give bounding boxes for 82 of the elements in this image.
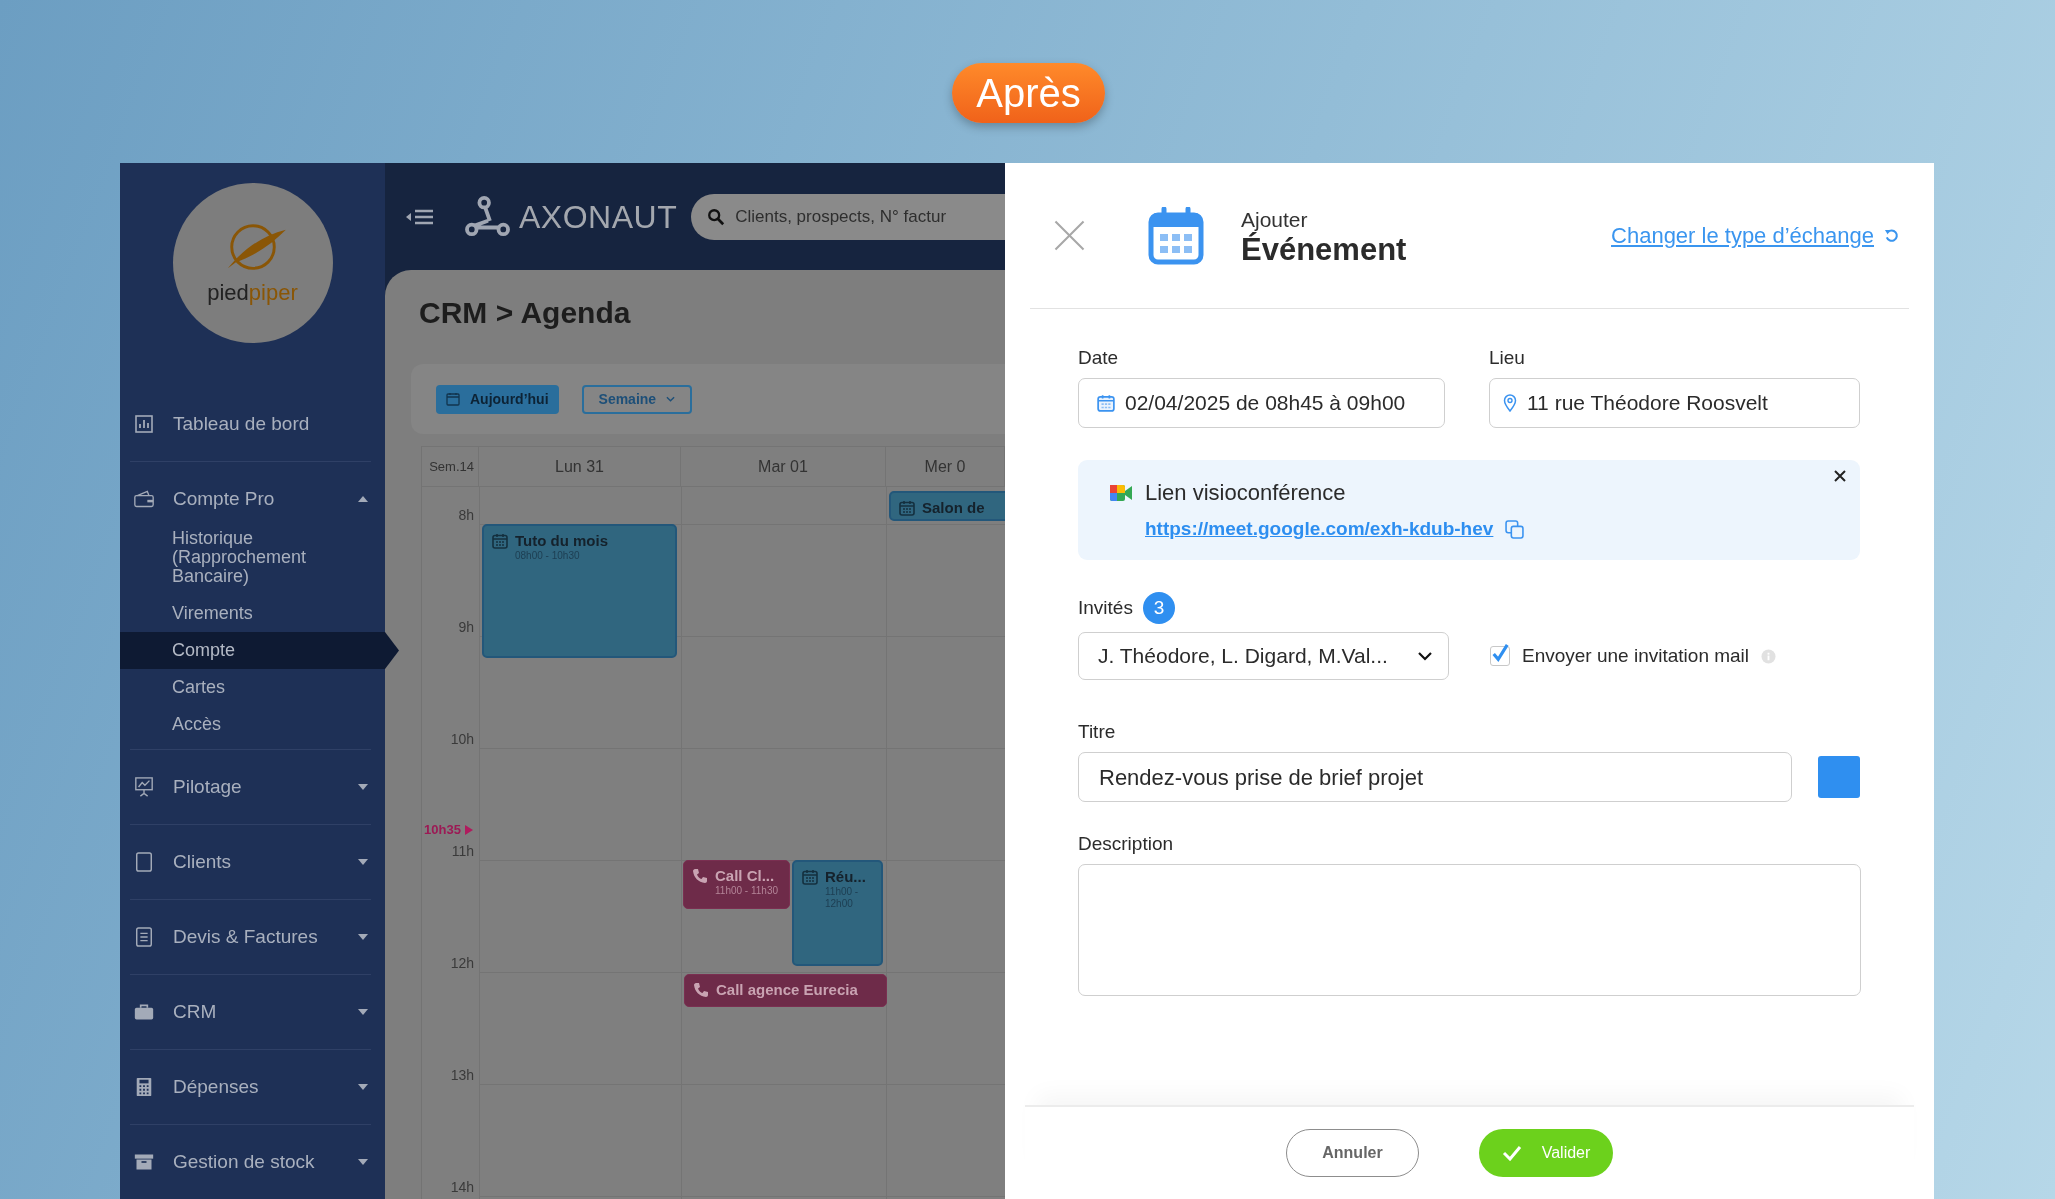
app-logo: AXONAUT: [465, 192, 678, 241]
hour-label: 10h: [449, 731, 474, 747]
refresh-icon: [1884, 228, 1899, 243]
nav-subitem[interactable]: Compte: [120, 632, 399, 669]
chevron-down-icon: [1418, 651, 1432, 661]
meeting-link[interactable]: https://meet.google.com/exh-kdub-hev: [1145, 515, 1494, 544]
current-time-label: 10h35: [424, 821, 461, 839]
page-title: CRM > Agenda: [418, 295, 632, 331]
call-event[interactable]: Call Cl... 11h00 - 11h30: [683, 860, 790, 909]
event-title: Réu...: [825, 868, 867, 886]
search-field[interactable]: Clients, prospects, N° factur: [691, 193, 1005, 240]
current-time-marker-icon: [464, 824, 473, 835]
field-label: Titre: [1078, 720, 1117, 744]
event-title: Salon de: [922, 499, 985, 517]
company-logo: piedpiper: [172, 183, 333, 343]
nav-item[interactable]: Dépenses: [130, 1050, 371, 1124]
calendar-icon: [1097, 394, 1115, 412]
field-label: Date: [1078, 346, 1120, 370]
call-event[interactable]: Call agence Eurecia: [684, 974, 887, 1007]
checkbox-label: Envoyer une invitation mail: [1522, 643, 1750, 668]
panel-title: Événement: [1241, 231, 1407, 268]
wallet-icon: [134, 489, 154, 509]
calendar-icon: [1148, 206, 1204, 265]
color-swatch[interactable]: [1818, 756, 1860, 798]
presentation-board-icon: [134, 777, 154, 797]
hour-label: 14h: [449, 1179, 474, 1195]
calendar-icon: [802, 869, 818, 885]
event-title: Call Cl...: [715, 867, 776, 885]
search-icon: [707, 207, 726, 226]
location-pin-icon: [1503, 394, 1517, 412]
chevron-down-icon: [666, 396, 676, 402]
nav-item[interactable]: Gestion de stock: [130, 1125, 371, 1199]
place-field[interactable]: 11 rue Théodore Roosvelt: [1489, 378, 1860, 428]
close-icon[interactable]: [1834, 470, 1846, 482]
briefcase-icon: [134, 1002, 154, 1022]
nav-item[interactable]: Pilotage: [130, 750, 371, 824]
event-title: Tuto du mois: [515, 532, 609, 550]
description-field[interactable]: [1078, 864, 1861, 996]
nav-item[interactable]: Devis & Factures: [130, 900, 371, 974]
cancel-button[interactable]: Annuler: [1286, 1129, 1419, 1177]
hour-label: 12h: [449, 955, 474, 971]
phone-icon: [692, 868, 708, 884]
nav-subitem[interactable]: Accès: [120, 706, 375, 743]
calendar-icon: [899, 500, 915, 516]
hour-label: 9h: [457, 619, 474, 635]
calculator-icon: [134, 1077, 154, 1097]
calendar-icon: [492, 533, 508, 549]
nav-item[interactable]: Clients: [130, 825, 371, 899]
nav-subitem[interactable]: Virements: [120, 595, 375, 632]
phone-icon: [693, 982, 709, 998]
checkmark-icon: [1501, 1145, 1522, 1161]
change-type-link[interactable]: Changer le type d’échange: [1611, 219, 1899, 252]
videoconference-label: Lien visioconférence: [1145, 479, 1346, 507]
calendar-icon: [446, 392, 460, 406]
nav-item[interactable]: CRM: [130, 975, 371, 1049]
copy-icon[interactable]: [1505, 519, 1525, 539]
checkbox[interactable]: [1490, 646, 1510, 666]
day-header: Mar 01: [681, 447, 886, 486]
badge: Après: [952, 63, 1105, 123]
nav-subitem[interactable]: Cartes: [120, 669, 375, 706]
day-header: Lun 31: [479, 447, 681, 486]
field-label: Description: [1078, 832, 1175, 856]
field-label: Invités: [1078, 596, 1133, 620]
nav-item[interactable]: Tableau de bord: [130, 387, 371, 461]
guests-select[interactable]: J. Théodore, L. Digard, M.Val...: [1078, 632, 1449, 680]
chart-icon: [134, 414, 154, 434]
title-field[interactable]: Rendez-vous prise de brief projet: [1078, 752, 1792, 802]
event-time: 11h00 - 11h30: [715, 885, 779, 897]
hour-label: 8h: [457, 507, 474, 523]
document-icon: [134, 852, 154, 872]
archive-box-icon: [134, 1152, 154, 1172]
hour-label: 11h: [450, 843, 474, 859]
panel-subtitle: Ajouter: [1241, 207, 1309, 232]
video-camera-icon: [1109, 482, 1133, 503]
hour-label: 13h: [449, 1067, 474, 1083]
date-field[interactable]: 02/04/2025 de 08h45 à 09h00: [1078, 378, 1445, 428]
event-title: Call agence Eurecia: [716, 981, 858, 999]
count-badge: 3: [1142, 592, 1175, 624]
info-icon: [1761, 648, 1777, 664]
documents-icon: [134, 927, 154, 947]
field-label: Lieu: [1489, 346, 1526, 370]
week-number: Sem.14: [422, 447, 479, 486]
